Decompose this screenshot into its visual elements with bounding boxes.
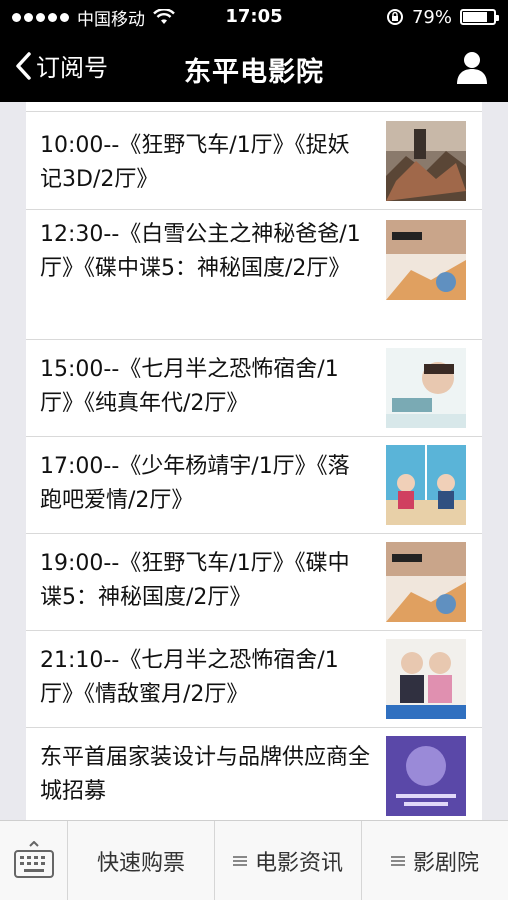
menu-quick-ticket[interactable]: 快速购票 (68, 821, 215, 900)
movie-poster-thumbnail (386, 445, 466, 525)
chevron-left-icon (16, 51, 31, 80)
rotation-lock-icon (386, 9, 403, 25)
carrier-name: 中国移动 (77, 9, 145, 30)
article-card: 10:00--《狂野飞车/1厅》《捉妖记3D/2厅》 12:30--《白雪公主之… (26, 102, 482, 820)
schedule-row[interactable]: 17:00--《少年杨靖宇/1厅》《落跑吧爱情/2厅》 (26, 437, 482, 534)
back-button[interactable]: 订阅号 (14, 48, 108, 83)
schedule-row[interactable]: 21:10--《七月半之恐怖宿舍/1厅》《情敌蜜月/2厅》 (26, 631, 482, 728)
battery-percentage: 79% (411, 6, 452, 28)
schedule-row[interactable]: 15:00--《七月半之恐怖宿舍/1厅》《纯真年代/2厅》 (26, 340, 482, 437)
wifi-icon (153, 9, 175, 25)
advertisement-row[interactable]: 东平首届家装设计与品牌供应商全城招募 (26, 728, 482, 820)
submenu-lines-icon (390, 856, 405, 866)
schedule-text: 19:00--《狂野飞车/1厅》《碟中谍5：神秘国度/2厅》 (40, 551, 350, 610)
schedule-text: 21:10--《七月半之恐怖宿舍/1厅》《情敌蜜月/2厅》 (40, 648, 339, 707)
schedule-text: 17:00--《少年杨靖宇/1厅》《落跑吧爱情/2厅》 (40, 454, 350, 513)
schedule-row[interactable]: 12:30--《白雪公主之神秘爸爸/1厅》《碟中谍5：神秘国度/2厅》 (26, 210, 482, 340)
movie-poster-thumbnail (386, 220, 466, 300)
content-area[interactable]: 10:00--《狂野飞车/1厅》《捉妖记3D/2厅》 12:30--《白雪公主之… (0, 102, 508, 820)
schedule-text: 15:00--《七月半之恐怖宿舍/1厅》《纯真年代/2厅》 (40, 357, 339, 416)
menu-theater[interactable]: 影剧院 (362, 821, 508, 900)
battery-icon (460, 9, 499, 25)
submenu-lines-icon (232, 856, 247, 866)
movie-poster-thumbnail (386, 121, 466, 201)
advertisement-text: 东平首届家装设计与品牌供应商全城招募 (40, 745, 371, 804)
menu-item-label: 快速购票 (96, 851, 185, 876)
keyboard-icon (14, 841, 54, 878)
schedule-text: 10:00--《狂野飞车/1厅》《捉妖记3D/2厅》 (40, 133, 350, 192)
battery-level (463, 12, 487, 22)
bottom-menu: 快速购票 电影资讯 影剧院 (0, 820, 508, 900)
schedule-row[interactable]: 10:00--《狂野飞车/1厅》《捉妖记3D/2厅》 (26, 112, 482, 210)
navigation-bar: 订阅号 东平电影院 (0, 34, 508, 102)
movie-poster-thumbnail (386, 348, 466, 428)
movie-poster-thumbnail (386, 639, 466, 719)
menu-item-label: 影剧院 (412, 851, 479, 876)
schedule-row[interactable]: 19:00--《狂野飞车/1厅》《碟中谍5：神秘国度/2厅》 (26, 534, 482, 631)
keyboard-toggle-button[interactable] (0, 821, 68, 900)
previous-item-edge (26, 102, 482, 112)
user-profile-icon[interactable] (456, 50, 488, 84)
top-bar: 中国移动 17:05 79% 订阅号 东平电影院 (0, 0, 508, 102)
signal-strength-icon (12, 12, 69, 22)
movie-poster-thumbnail (386, 542, 466, 622)
menu-item-label: 电影资讯 (254, 851, 343, 876)
status-bar: 中国移动 17:05 79% (0, 0, 508, 34)
advertisement-thumbnail (386, 736, 466, 816)
back-button-label: 订阅号 (36, 54, 108, 82)
schedule-text: 12:30--《白雪公主之神秘爸爸/1厅》《碟中谍5：神秘国度/2厅》 (40, 222, 361, 281)
menu-movie-news[interactable]: 电影资讯 (215, 821, 362, 900)
